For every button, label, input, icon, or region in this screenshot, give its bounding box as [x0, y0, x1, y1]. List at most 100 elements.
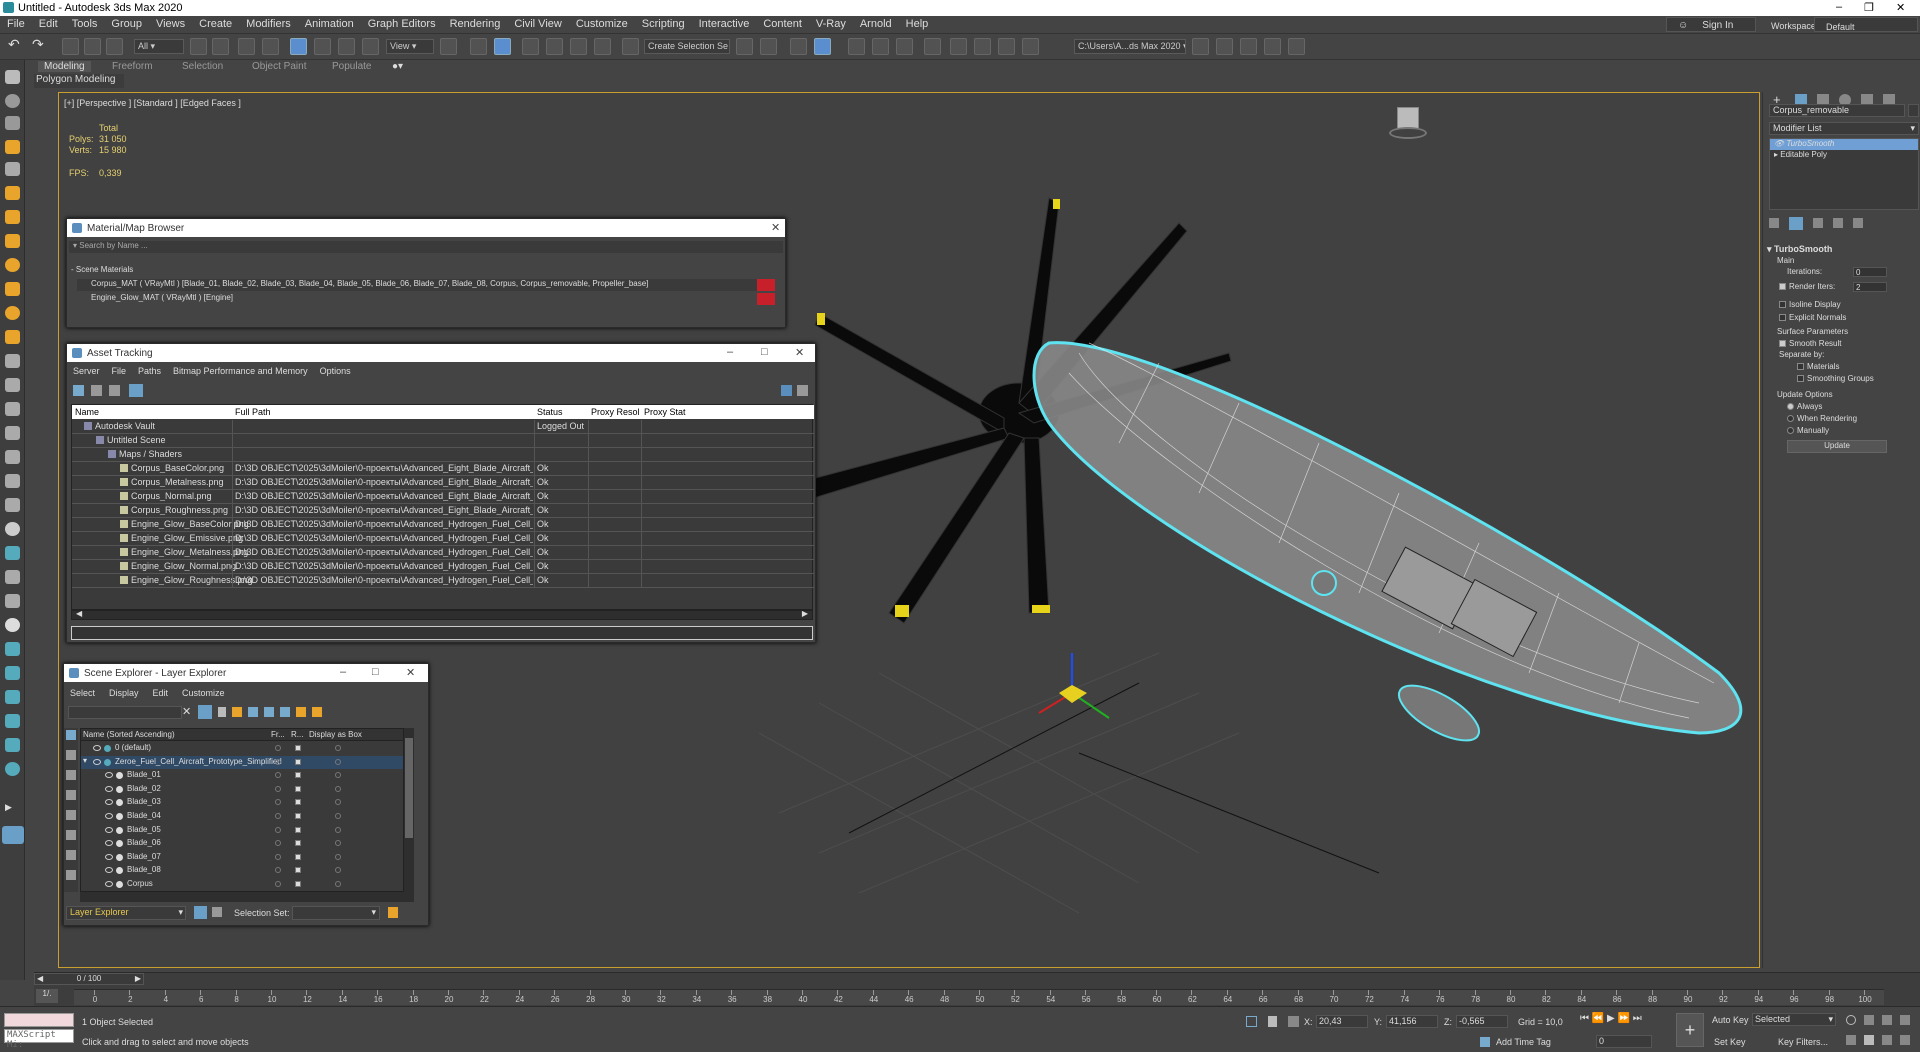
- tree-icon[interactable]: [109, 385, 120, 396]
- eye-icon[interactable]: 👁: [1774, 139, 1786, 148]
- menu-interactive[interactable]: Interactive: [692, 16, 757, 30]
- shape-sphere-icon[interactable]: [5, 522, 20, 536]
- menu-edit[interactable]: Edit: [32, 16, 65, 30]
- maximize-viewport-icon[interactable]: [1900, 1035, 1910, 1045]
- time-slider[interactable]: ◀ 0 / 100 ▶: [34, 973, 144, 985]
- se-horizontal-scrollbar[interactable]: [80, 892, 414, 902]
- project-settings-icon[interactable]: [1264, 38, 1281, 55]
- asset-row[interactable]: Corpus_BaseColor.png D:\3D OBJECT\2025\3d…: [72, 462, 814, 476]
- scene-explorer-menu-edit[interactable]: Edit: [153, 688, 169, 698]
- display-as-box-icon[interactable]: [335, 813, 341, 819]
- close-icon[interactable]: ✕: [1896, 1, 1905, 14]
- select-move-icon[interactable]: [290, 38, 307, 55]
- open-project-icon[interactable]: [1216, 38, 1233, 55]
- play-icon[interactable]: ▶: [1607, 1013, 1615, 1024]
- freeze-icon[interactable]: [275, 826, 281, 833]
- manually-radio[interactable]: [1787, 427, 1794, 435]
- asset-row[interactable]: Autodesk Vault Logged Out ...: [72, 420, 814, 434]
- asset-menu-file[interactable]: File: [112, 366, 127, 376]
- freeze-icon[interactable]: [275, 745, 281, 751]
- renderable-icon[interactable]: [295, 881, 301, 887]
- ribbon-tab-object-paint[interactable]: Object Paint: [252, 61, 306, 72]
- scene-object-row[interactable]: Blade_04: [81, 810, 403, 823]
- asset-row[interactable]: Corpus_Metalness.png D:\3D OBJECT\2025\3d…: [72, 476, 814, 490]
- vray-plane-icon[interactable]: [5, 714, 20, 728]
- maximize-icon[interactable]: □: [761, 346, 768, 358]
- key-filters-button[interactable]: Key Filters...: [1778, 1037, 1828, 1047]
- asset-row[interactable]: Corpus_Roughness.png D:\3D OBJECT\2025\3d…: [72, 504, 814, 518]
- sky-icon[interactable]: [5, 330, 20, 344]
- menu-graph-editors[interactable]: Graph Editors: [361, 16, 443, 30]
- scene-explorer-menu-select[interactable]: Select: [70, 688, 95, 698]
- vray-proxy-icon[interactable]: [5, 666, 20, 680]
- close-icon[interactable]: ✕: [795, 346, 804, 359]
- material-item-engine-glow[interactable]: Engine_Glow_MAT ( VRayMtl ) [Engine]: [77, 293, 775, 305]
- pan-icon[interactable]: [1864, 1035, 1874, 1045]
- window-crossing-icon[interactable]: [262, 38, 279, 55]
- new-layer-icon[interactable]: [232, 707, 242, 717]
- omni-icon[interactable]: [5, 306, 20, 320]
- freeze-icon[interactable]: [275, 813, 281, 819]
- maximize-icon[interactable]: □: [372, 666, 379, 678]
- when-rendering-radio[interactable]: [1787, 415, 1794, 423]
- scene-object-row[interactable]: Blade_08: [81, 864, 403, 877]
- object-color-swatch[interactable]: [1908, 104, 1919, 117]
- menu-create[interactable]: Create: [192, 16, 239, 30]
- align-icon[interactable]: [760, 38, 777, 55]
- display-cameras-icon[interactable]: [66, 810, 76, 820]
- refresh-icon[interactable]: [73, 385, 84, 396]
- scene-explorer-icon[interactable]: [790, 38, 807, 55]
- hair-icon[interactable]: [5, 474, 20, 488]
- next-frame-icon[interactable]: ⏩: [1618, 1013, 1630, 1024]
- menu-file[interactable]: File: [0, 16, 32, 30]
- asset-row[interactable]: Engine_Glow_Normal.png D:\3D OBJECT\2025\…: [72, 560, 814, 574]
- bone-icon[interactable]: [5, 402, 20, 416]
- asset-row[interactable]: Engine_Glow_Emissive.png D:\3D OBJECT\202…: [72, 532, 814, 546]
- visibility-eye-icon[interactable]: [105, 853, 113, 860]
- teapot-icon[interactable]: [5, 354, 20, 368]
- schematic-view-icon[interactable]: [896, 38, 913, 55]
- go-to-start-icon[interactable]: ⏮: [1580, 1013, 1589, 1024]
- minimize-icon[interactable]: –: [727, 346, 733, 358]
- camera-icon[interactable]: [5, 162, 20, 176]
- menu-views[interactable]: Views: [149, 16, 192, 30]
- selection-lock-icon[interactable]: [1268, 1016, 1277, 1027]
- material-item-corpus[interactable]: Corpus_MAT ( VRayMtl ) [Blade_01, Blade_…: [77, 279, 775, 291]
- display-lights-icon[interactable]: [66, 790, 76, 800]
- asset-row[interactable]: Maps / Shaders: [72, 448, 814, 462]
- field-of-view-icon[interactable]: [1846, 1035, 1856, 1045]
- render-iters-checkbox[interactable]: [1779, 283, 1786, 291]
- percent-snap-icon[interactable]: [570, 38, 587, 55]
- absolute-mode-icon[interactable]: [1288, 1016, 1299, 1027]
- asset-row[interactable]: Corpus_Normal.png D:\3D OBJECT\2025\3dMoi…: [72, 490, 814, 504]
- se-column-header[interactable]: R...: [291, 730, 303, 739]
- previous-frame-icon[interactable]: ⏪: [1592, 1013, 1604, 1024]
- asset-column-header[interactable]: Full Path: [235, 407, 533, 417]
- selection-set-icon[interactable]: [388, 907, 398, 918]
- list-icon[interactable]: [91, 385, 102, 396]
- ribbon-polygon-modeling[interactable]: Polygon Modeling: [34, 74, 124, 88]
- remove-modifier-icon[interactable]: [1833, 218, 1843, 228]
- vray-light-icon[interactable]: [5, 642, 20, 656]
- ribbon-tab-modeling[interactable]: Modeling: [38, 61, 91, 72]
- display-helpers-icon[interactable]: [66, 830, 76, 840]
- asset-horizontal-scrollbar[interactable]: ◀ ▶: [71, 609, 813, 620]
- visibility-eye-icon[interactable]: [105, 826, 113, 833]
- curve-editor-icon[interactable]: [872, 38, 889, 55]
- undo-icon[interactable]: ↶: [8, 36, 25, 53]
- material-editor-icon[interactable]: [924, 38, 941, 55]
- menu-civil-view[interactable]: Civil View: [507, 16, 568, 30]
- viewport-layout-icon[interactable]: [2, 826, 24, 844]
- always-radio[interactable]: [1787, 403, 1794, 411]
- mirror-icon[interactable]: [736, 38, 753, 55]
- asset-row[interactable]: Engine_Glow_Metalness.png D:\3D OBJECT\20…: [72, 546, 814, 560]
- minimize-icon[interactable]: –: [1836, 1, 1842, 13]
- placement-icon[interactable]: [362, 38, 379, 55]
- rendered-frame-window-icon[interactable]: [974, 38, 991, 55]
- lamp-icon[interactable]: [5, 282, 20, 296]
- scene-explorer-menu-customize[interactable]: Customize: [182, 688, 225, 698]
- layer-explorer-dropdown[interactable]: Layer Explorer ▾: [66, 906, 186, 920]
- display-as-box-icon[interactable]: [335, 799, 341, 806]
- freeze-icon[interactable]: [275, 853, 281, 860]
- menu-content[interactable]: Content: [756, 16, 809, 30]
